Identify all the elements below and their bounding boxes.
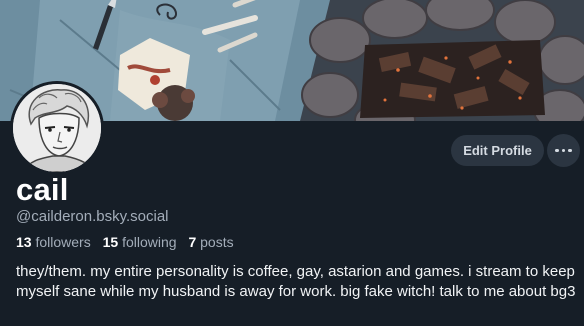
edit-profile-label: Edit Profile [463,143,532,158]
profile-header: Edit Profile cail @cailderon.bsky.social… [0,0,584,326]
more-horizontal-icon [554,148,574,153]
followers-label: followers [35,234,91,250]
profile-stats: 13 followers 15 following 7 posts [16,233,242,251]
posts-label: posts [200,234,234,250]
more-options-button[interactable] [547,134,580,167]
edit-profile-button[interactable]: Edit Profile [451,135,544,166]
posts-stat: 7 posts [188,234,233,250]
following-link[interactable]: 15 following [103,234,177,250]
profile-bio: they/them. my entire personality is coff… [16,263,576,300]
profile-handle: @cailderon.bsky.social [16,208,169,225]
following-count: 15 [102,234,119,250]
avatar[interactable] [10,81,104,175]
following-label: following [122,234,177,250]
followers-link[interactable]: 13 followers [16,234,91,250]
posts-count: 7 [188,234,197,250]
followers-count: 13 [16,234,32,250]
avatar-portrait [13,84,101,172]
display-name: cail [16,172,69,207]
